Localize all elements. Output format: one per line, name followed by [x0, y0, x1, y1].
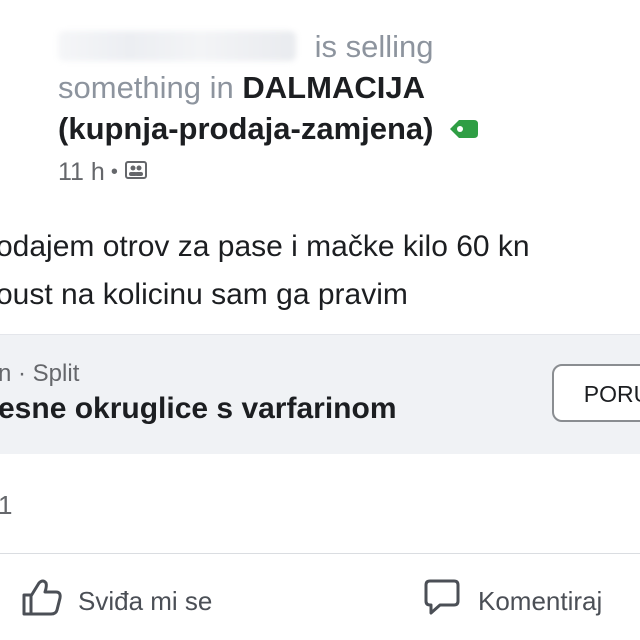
something-in-text: something in — [58, 70, 234, 105]
post-time[interactable]: 11 h — [58, 155, 105, 189]
group-subtitle-link[interactable]: (kupnja-prodaja-zamjena) — [58, 111, 434, 146]
post-body: odajem otrov za pase i mačke kilo 60 kn … — [0, 223, 640, 319]
post-body-line-1: odajem otrov za pase i mačke kilo 60 kn — [0, 230, 530, 263]
reaction-count[interactable]: 1 — [0, 490, 12, 521]
actions-divider — [0, 553, 640, 554]
comment-button[interactable]: Komentiraj — [420, 578, 602, 625]
marketplace-post-screen: is selling something in DALMACIJA (kupnj… — [0, 0, 640, 640]
like-button[interactable]: Sviđa mi se — [20, 578, 212, 625]
group-subtitle-line: (kupnja-prodaja-zamjena) — [58, 108, 618, 151]
group-line: something in DALMACIJA — [58, 67, 618, 108]
listing-price-location: n · Split — [0, 360, 80, 387]
blurred-author-name — [58, 31, 296, 61]
green-tag-icon — [448, 110, 480, 151]
is-selling-text: is selling — [314, 29, 434, 64]
post-body-line-2: oust na kolicinu sam ga pravim — [0, 278, 408, 311]
marketplace-listing-card[interactable]: n · Split esne okruglice s varfarinom PO… — [0, 334, 640, 454]
message-seller-button[interactable]: PORU — [552, 364, 640, 422]
group-name-link[interactable]: DALMACIJA — [242, 70, 425, 105]
thumbs-up-icon — [20, 578, 64, 625]
like-label: Sviđa mi se — [78, 586, 213, 616]
meta-separator: • — [110, 161, 118, 183]
listing-divider — [0, 334, 640, 335]
post-meta: 11 h • — [58, 155, 618, 189]
comment-bubble-icon — [420, 578, 464, 625]
post-header: is selling something in DALMACIJA (kupnj… — [58, 26, 618, 189]
comment-label: Komentiraj — [478, 586, 603, 616]
listing-title[interactable]: esne okruglice s varfarinom — [0, 392, 397, 426]
selling-line: is selling — [58, 26, 618, 67]
group-audience-icon — [124, 155, 148, 189]
